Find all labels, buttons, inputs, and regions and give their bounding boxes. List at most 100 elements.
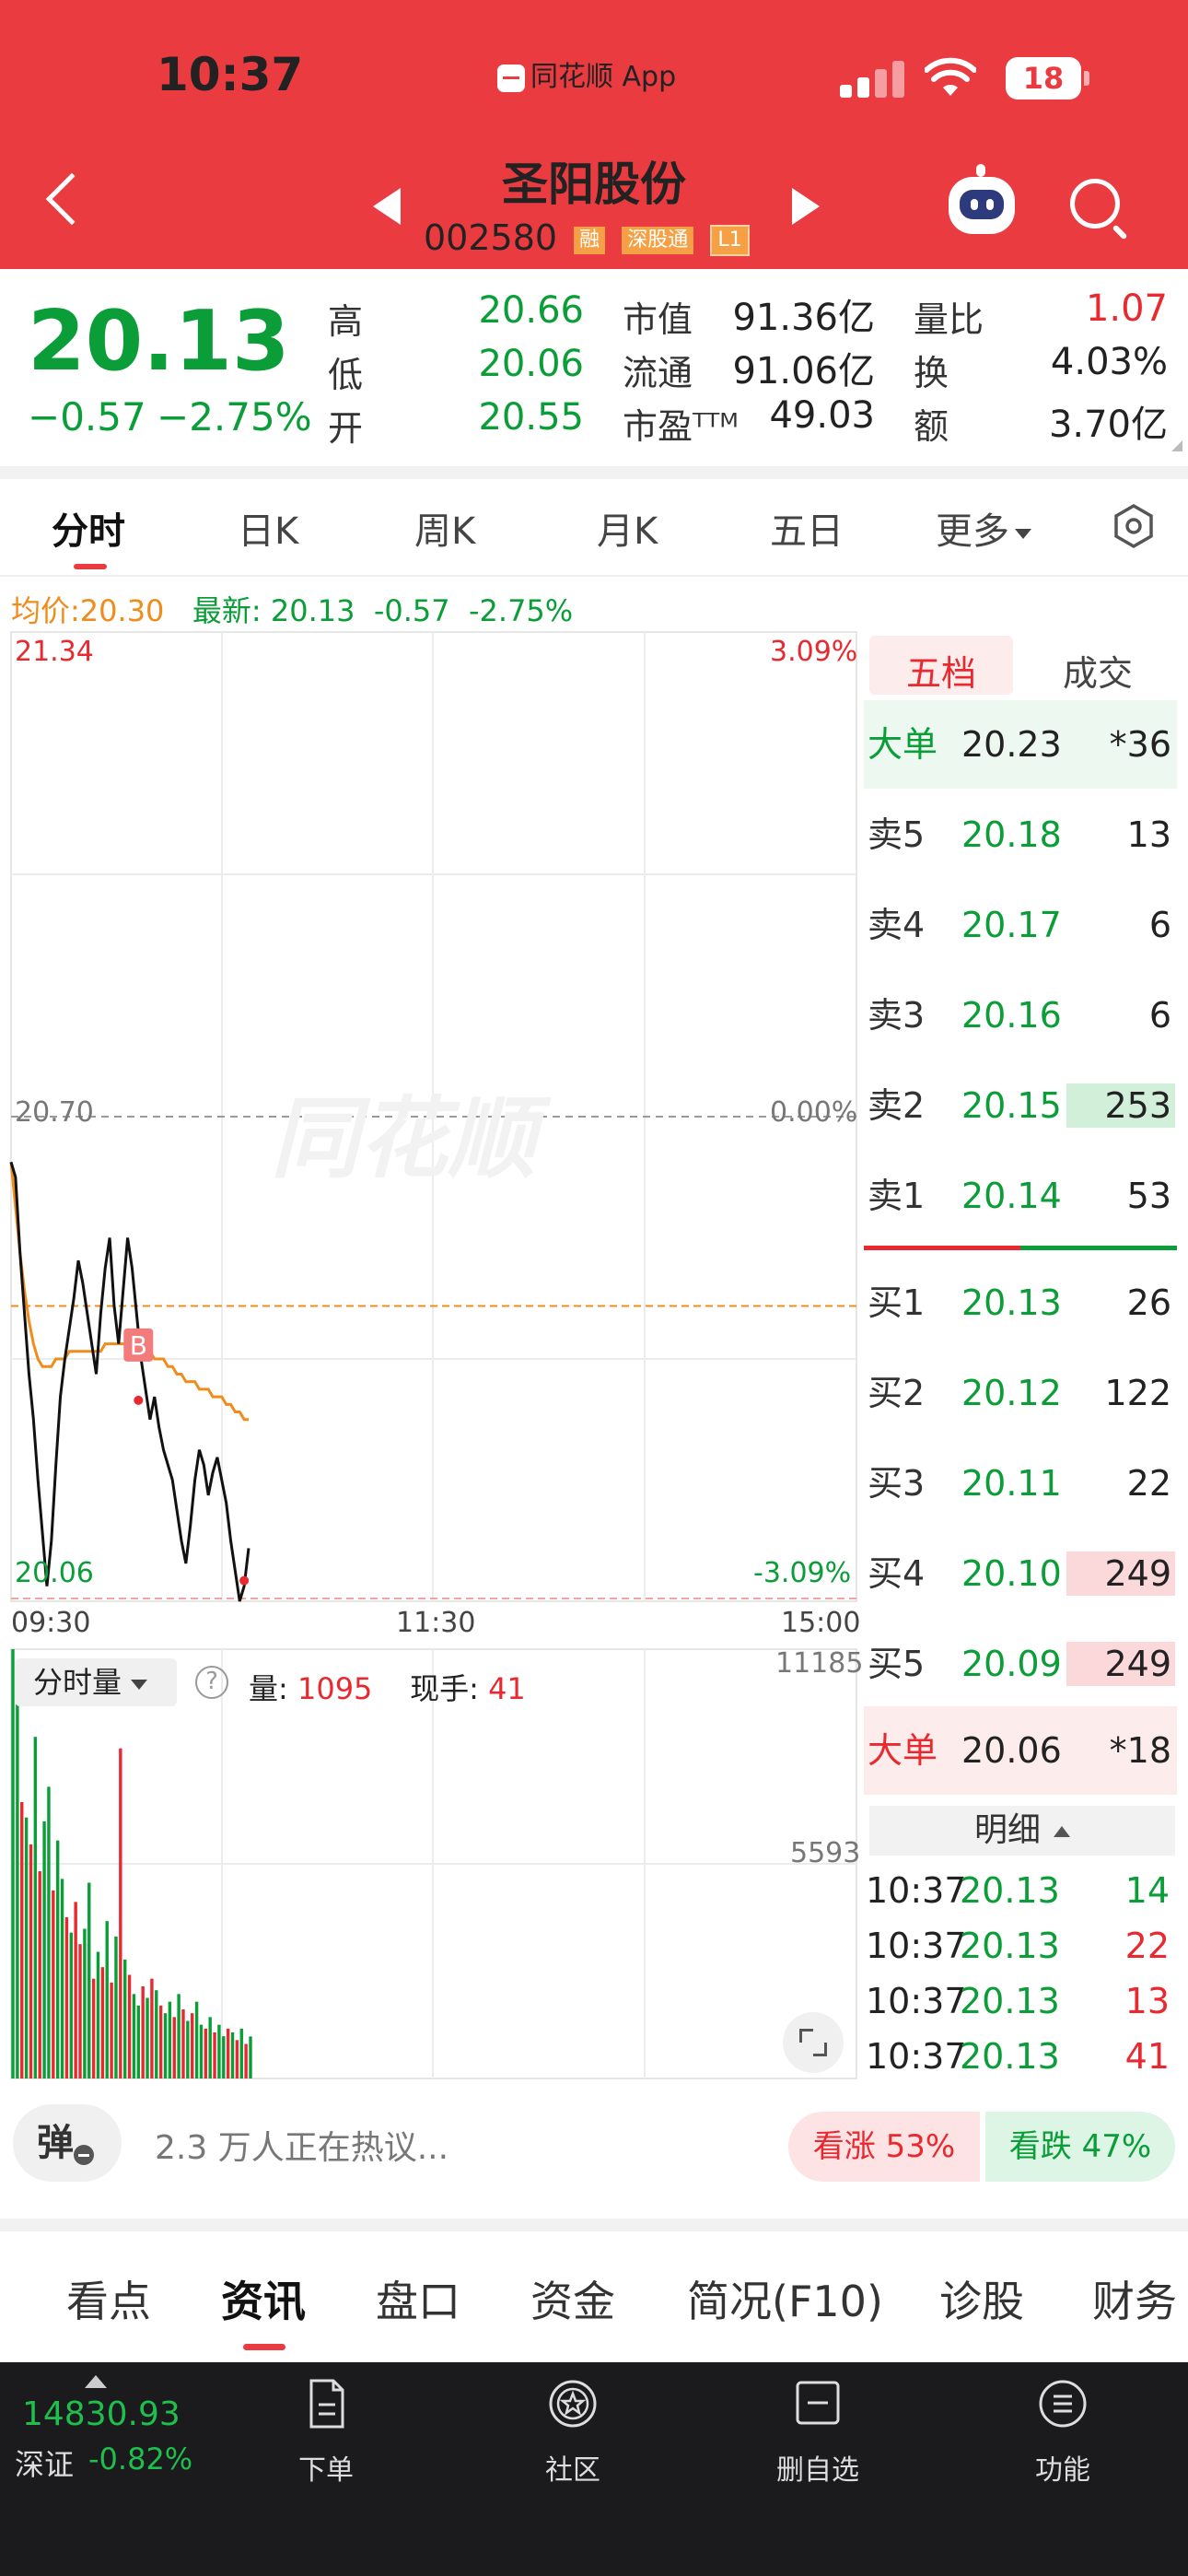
vote-bear-button[interactable]: 看跌 47% [985,2112,1175,2182]
ask-price: 20.18 [961,814,1062,855]
volume-bar [155,1990,158,2078]
pe-value: 49.03 [769,394,875,437]
index-name: 深证 [15,2447,75,2482]
bid-volume: 122 [1104,1373,1171,1413]
low-label: 低 [328,355,364,395]
bid-row[interactable]: 买4 20.10 249 [868,1546,1175,1601]
pe-label: 市盈ᵀᵀᴹ [623,406,739,447]
help-icon[interactable]: ? [195,1666,228,1699]
tab-intraday[interactable]: 分时 [52,501,125,555]
ask-row[interactable]: 卖5 20.18 13 [868,807,1175,862]
ask-level-label: 卖3 [868,995,926,1036]
tab-profile-f10[interactable]: 简况(F10) [687,2268,883,2329]
volume-bar [16,1702,19,2078]
tick-price: 20.13 [960,2036,1060,2077]
price-axis-top: 21.34 [15,636,94,668]
avg-price-line: 均价:20.30 最新: 20.13 -0.57 -2.75% [11,593,574,628]
robot-assistant-icon[interactable] [949,177,1015,234]
tab-fund-flow[interactable]: 资金 [530,2268,615,2329]
bid-row[interactable]: 买3 20.11 22 [868,1456,1175,1511]
tab-five-levels[interactable]: 五档 [906,645,976,696]
chart-settings-icon[interactable] [1111,503,1157,549]
pct-axis-bottom: -3.09% [753,1557,852,1589]
ask-level-label: 卖4 [868,905,926,945]
volume-bar [194,2001,199,2078]
volume-bar [244,2043,248,2078]
open-value: 20.55 [478,396,584,439]
volume-mode-select[interactable]: 分时量 [15,1658,177,1706]
ask-row[interactable]: 卖3 20.16 6 [868,988,1175,1043]
bid-price: 20.09 [961,1644,1062,1684]
ask-volume: 13 [1126,814,1171,855]
tab-more[interactable]: 更多 [936,501,1031,555]
danmu-toggle-button[interactable]: 弹 [13,2104,122,2182]
volume-bar [83,1928,87,2078]
volume-bar [204,2028,208,2078]
price-axis-bottom: 20.06 [15,1557,94,1589]
bid-volume: 249 [1104,1553,1171,1594]
tick-detail-header[interactable]: 明细 [869,1806,1175,1856]
nav-community[interactable]: 社区 [508,2377,637,2488]
last-point-dot [239,1575,250,1586]
ask-volume: 53 [1126,1176,1171,1216]
fullscreen-icon[interactable] [783,2012,844,2073]
index-expand-icon[interactable] [85,2375,107,2388]
discussion-count[interactable]: 2.3 万人正在热议... [155,2121,448,2169]
nav-place-order[interactable]: 下单 [262,2377,390,2488]
bid-row[interactable]: 买2 20.12 122 [868,1365,1175,1421]
tab-trades[interactable]: 成交 [1063,645,1133,696]
dropdown-arrow-icon [1015,528,1031,539]
index-value[interactable]: 14830.93 [22,2395,181,2433]
tab-highlights[interactable]: 看点 [66,2268,151,2329]
spread-divider [864,1246,1177,1250]
tab-weekly-k[interactable]: 周K [414,501,475,555]
bid-level-label: 买3 [868,1463,926,1504]
bid-row[interactable]: 买5 20.09 249 [868,1636,1175,1692]
bid-row[interactable]: 买1 20.13 26 [868,1275,1175,1330]
volume-bar [122,1959,127,2078]
pct-axis-mid: 0.00% [770,1096,858,1129]
time-axis-close: 15:00 [781,1607,861,1639]
tab-financials[interactable]: 财务 [1092,2268,1177,2329]
turnover-label: 换 [914,353,949,393]
volume-bar [181,2009,185,2078]
ask-row[interactable]: 卖1 20.14 53 [868,1168,1175,1224]
volume-bar [177,1994,181,2078]
vol-axis-top: 11185 [775,1647,864,1680]
turnover-value: 4.03% [1050,341,1168,383]
volume-bar [230,2032,235,2078]
volume-bar [226,2028,230,2078]
nav-functions[interactable]: 功能 [998,2377,1127,2488]
tick-volume: 14 [1124,1870,1170,1911]
active-tab-indicator [74,564,107,569]
tab-monthly-k[interactable]: 月K [597,501,658,555]
search-icon[interactable] [1070,179,1120,228]
low-value: 20.06 [478,343,584,385]
volume-bar [119,1748,122,2078]
nav-remove-watchlist[interactable]: 删自选 [753,2377,882,2488]
tab-daily-k[interactable]: 日K [238,501,298,555]
bid-price: 20.13 [961,1282,1062,1323]
tab-five-day[interactable]: 五日 [770,501,844,555]
volume-bar [91,1978,96,2078]
vote-bull-button[interactable]: 看涨 53% [788,2112,980,2182]
volume-bar [249,2036,252,2078]
bid-level-label: 买1 [868,1282,926,1323]
big-sell-row: 大单 20.23 *36 [868,724,1171,765]
tab-diagnosis[interactable]: 诊股 [939,2268,1024,2329]
ask-volume: 6 [1148,905,1171,945]
volume-bar [150,1978,154,2078]
dropdown-arrow-icon [131,1679,148,1690]
volume-bar [168,2001,172,2078]
tab-news[interactable]: 资讯 [221,2268,306,2329]
amount-value: 3.70亿 [1048,404,1168,446]
connect-tag: 深股通 [622,226,694,254]
ask-row[interactable]: 卖2 20.15 253 [868,1078,1175,1133]
volume-bar [213,2032,216,2078]
ask-row[interactable]: 卖4 20.17 6 [868,897,1175,953]
tab-order-flow[interactable]: 盘口 [376,2268,460,2329]
expand-corner-icon[interactable] [1171,440,1182,451]
volume-bar [69,1932,73,2078]
volume-bar [158,2005,163,2078]
volume-bar [100,1967,105,2078]
